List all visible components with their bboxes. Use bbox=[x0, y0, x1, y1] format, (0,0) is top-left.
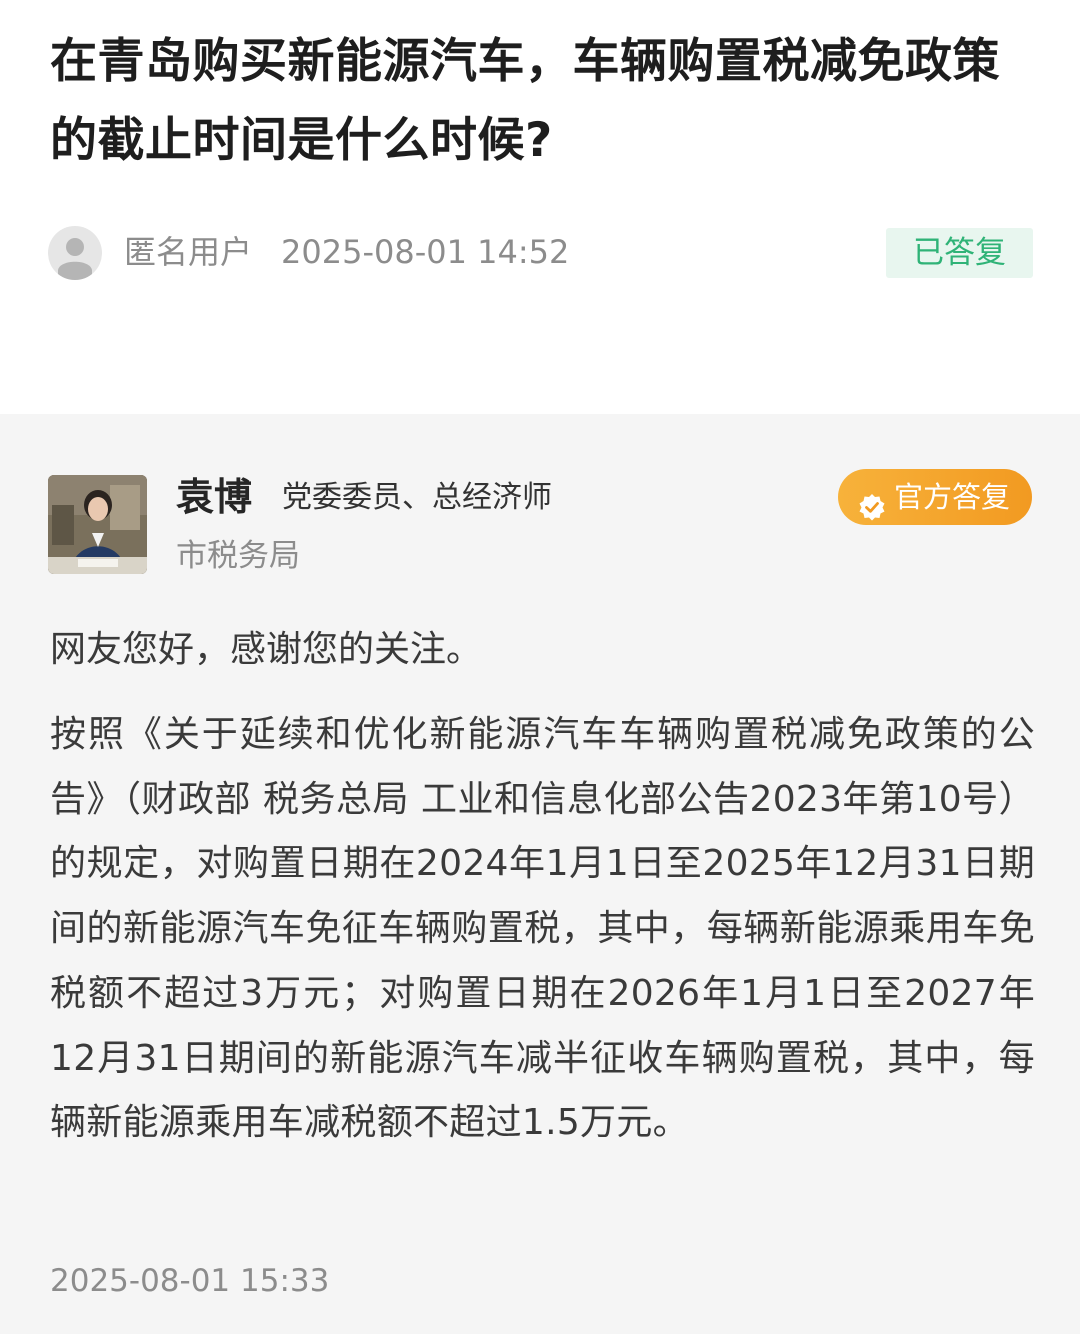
responder-name: 袁博 bbox=[176, 475, 253, 519]
question-card: 在青岛购买新能源汽车，车辆购置税减免政策的截止时间是什么时候? 匿名用户 202… bbox=[0, 0, 1080, 414]
question-meta: 匿名用户 2025-08-01 14:52 已答复 bbox=[48, 224, 1033, 280]
official-answer-badge: 官方答复 bbox=[838, 469, 1032, 525]
answer-greeting: 网友您好，感谢您的关注。 bbox=[50, 629, 483, 670]
answer-body: 按照《关于延续和优化新能源汽车车辆购置税减免政策的公告》（财政部 税务总局 工业… bbox=[50, 714, 1035, 1144]
verified-check-icon bbox=[858, 483, 886, 521]
responder-title: 党委委员、总经济师 bbox=[282, 480, 552, 515]
question-time: 2025-08-01 14:52 bbox=[281, 233, 570, 271]
answer-card: 袁博 党委委员、总经济师 市税务局 官方答复 网友您好，感谢您的关注。 按照《关… bbox=[0, 414, 1080, 1334]
answer-time: 2025-08-01 15:33 bbox=[50, 1263, 330, 1299]
question-title: 在青岛购买新能源汽车，车辆购置税减免政策的截止时间是什么时候? bbox=[50, 34, 1000, 168]
official-answer-label: 官方答复 bbox=[894, 480, 1011, 514]
responder-photo[interactable] bbox=[48, 475, 147, 574]
answered-status-badge: 已答复 bbox=[886, 228, 1033, 278]
asker-name: 匿名用户 bbox=[124, 233, 253, 271]
responder-department: 市税务局 bbox=[176, 538, 300, 574]
user-avatar-icon bbox=[48, 226, 102, 280]
